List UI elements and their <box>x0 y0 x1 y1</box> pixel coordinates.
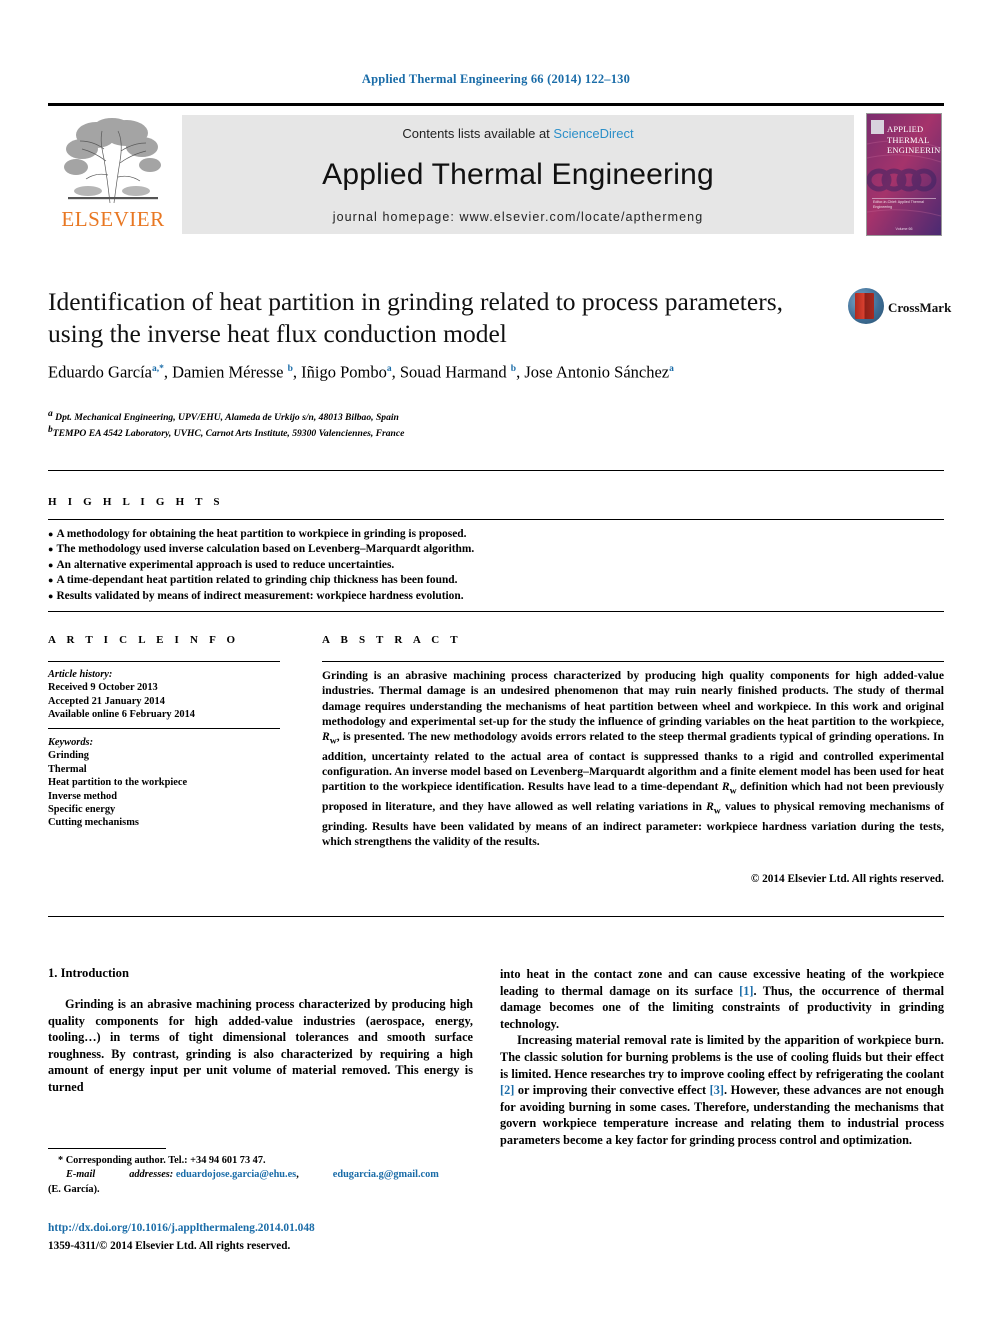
journal-cover-thumbnail: APPLIED THERMAL ENGINEERING Editor-in-Ch… <box>866 113 942 236</box>
abstract-copyright: © 2014 Elsevier Ltd. All rights reserved… <box>750 873 944 885</box>
keywords-label: Keywords: <box>48 737 94 748</box>
crossmark-icon <box>848 288 884 324</box>
affiliations: a Dpt. Mechanical Engineering, UPV/EHU, … <box>48 408 748 440</box>
footnote-block: * Corresponding author. Tel.: +34 94 601… <box>48 1154 478 1197</box>
keywords-block: Keywords: Grinding Thermal Heat partitio… <box>48 736 288 830</box>
list-item: ● Results validated by means of indirect … <box>48 589 878 604</box>
history-received: Received 9 October 2013 <box>48 682 158 694</box>
keyword-item: Thermal <box>48 763 87 775</box>
list-item: ● The methodology used inverse calculatio… <box>48 542 878 557</box>
doi-link[interactable]: http://dx.doi.org/10.1016/j.applthermale… <box>48 1222 315 1234</box>
keyword-item: Heat partition to the workpiece <box>48 777 188 789</box>
contents-prefix: Contents lists available at <box>402 126 554 141</box>
abstract-rule <box>322 661 944 662</box>
affiliation-a: a Dpt. Mechanical Engineering, UPV/EHU, … <box>48 409 399 424</box>
highlight-text: A time-dependant heat partition related … <box>56 574 458 587</box>
affiliation-b-text: TEMPO EA 4542 Laboratory, UVHC, Carnot A… <box>52 428 405 440</box>
addresses-label: addresses: <box>129 1169 174 1181</box>
email-line: E-mail addresses: eduardojose.garcia@ehu.… <box>66 1169 439 1181</box>
list-item: ● An alternative experimental approach is… <box>48 558 878 573</box>
keyword-item: Grinding <box>48 750 89 762</box>
bullet-icon: ● <box>48 575 54 586</box>
bullet-icon: ● <box>48 529 54 539</box>
contents-list-line: Contents lists available at ScienceDirec… <box>182 126 854 141</box>
issn-copyright: 1359-4311/© 2014 Elsevier Ltd. All right… <box>48 1240 291 1252</box>
highlights-list: ● A methodology for obtaining the heat pa… <box>48 527 878 604</box>
article-history-label: Article history: <box>48 669 113 680</box>
running-head: Applied Thermal Engineering 66 (2014) 12… <box>361 72 631 86</box>
highlight-text: A methodology for obtaining the heat par… <box>56 528 467 541</box>
info-top-rule <box>48 611 944 612</box>
paragraph: Increasing material removal rate is limi… <box>500 1033 944 1147</box>
abstract-text: Grinding is an abrasive machining proces… <box>322 669 944 848</box>
cover-elsevier-mark <box>871 120 884 134</box>
sciencedirect-band: Contents lists available at ScienceDirec… <box>182 115 854 234</box>
highlights-top-rule <box>48 470 944 471</box>
article-info-heading: A R T I C L E I N F O <box>48 634 240 646</box>
footnote-rule <box>48 1148 166 1149</box>
cover-footer: Volume 66 <box>895 227 913 231</box>
history-accepted: Accepted 21 January 2014 <box>48 695 165 707</box>
list-item: ● A time-dependant heat partition related… <box>48 573 878 588</box>
article-history: Article history: Received 9 October 2013… <box>48 668 288 722</box>
cover-authors-line: Editor-in-Chief: Applied Thermal Enginee… <box>873 200 924 209</box>
paper-page: Applied Thermal Engineering 66 (2014) 12… <box>0 0 992 1323</box>
article-info-rule <box>48 661 280 662</box>
journal-masthead: ELSEVIER Contents lists available at Sci… <box>48 103 944 236</box>
list-item: ● A methodology for obtaining the heat pa… <box>48 527 878 542</box>
corresponding-author-note: * Corresponding author. Tel.: +34 94 601… <box>58 1155 266 1166</box>
highlight-text: The methodology used inverse calculation… <box>56 543 475 556</box>
affiliation-b: bTEMPO EA 4542 Laboratory, UVHC, Carnot … <box>48 425 405 440</box>
bullet-icon: ● <box>48 559 54 570</box>
journal-homepage[interactable]: journal homepage: www.elsevier.com/locat… <box>182 210 854 224</box>
highlight-text: Results validated by means of indirect m… <box>56 589 464 602</box>
keywords-rule <box>48 728 280 729</box>
email-owner: (E. García). <box>48 1183 100 1195</box>
elsevier-wordmark: ELSEVIER <box>61 207 165 231</box>
abstract-heading: A B S T R A C T <box>322 634 462 646</box>
section-heading-introduction: 1. Introduction <box>48 966 129 980</box>
bullet-icon: ● <box>48 544 54 555</box>
cover-title-line2: THERMAL <box>887 134 930 145</box>
affiliation-a-text: Dpt. Mechanical Engineering, UPV/EHU, Al… <box>55 412 399 424</box>
paragraph: into heat in the contact zone and can ca… <box>500 967 944 1031</box>
highlight-text: An alternative experimental approach is … <box>56 559 395 572</box>
crossmark-label: CrossMark <box>888 300 952 315</box>
cover-title-line3: ENGINEERING <box>887 145 942 155</box>
history-online: Available online 6 February 2014 <box>48 709 196 721</box>
sciencedirect-link[interactable]: ScienceDirect <box>553 126 633 141</box>
page-title: Identification of heat partition in grin… <box>48 287 783 348</box>
bullet-icon: ● <box>48 590 54 601</box>
intro-right-column: into heat in the contact zone and can ca… <box>500 966 944 1149</box>
keyword-item: Specific energy <box>48 804 116 816</box>
cover-title-line1: APPLIED <box>887 124 924 134</box>
journal-title: Applied Thermal Engineering <box>322 158 714 191</box>
paragraph: Grinding is an abrasive machining proces… <box>48 997 473 1094</box>
email-label: E-mail <box>66 1169 96 1181</box>
intro-left-column: Grinding is an abrasive machining proces… <box>48 996 473 1096</box>
abstract-bottom-rule <box>48 916 944 917</box>
email-link-primary[interactable]: eduardojose.garcia@ehu.es <box>176 1169 296 1180</box>
cover-title: APPLIED THERMAL ENGINEERING <box>887 124 941 156</box>
highlights-rule <box>48 519 944 520</box>
crossmark-book-shape <box>855 293 874 319</box>
author-list: Eduardo Garcíaa,*, Damien Méresse b, Iñi… <box>48 362 674 382</box>
highlights-heading: H I G H L I G H T S <box>48 496 224 508</box>
crossmark-badge[interactable]: CrossMark <box>848 288 951 328</box>
keyword-item: Inverse method <box>48 790 117 802</box>
keyword-item: Cutting mechanisms <box>48 817 139 829</box>
elsevier-tree-icon <box>58 115 168 207</box>
email-link-secondary[interactable]: edugarcia.g@gmail.com <box>333 1169 439 1180</box>
elsevier-logo: ELSEVIER <box>54 115 172 235</box>
